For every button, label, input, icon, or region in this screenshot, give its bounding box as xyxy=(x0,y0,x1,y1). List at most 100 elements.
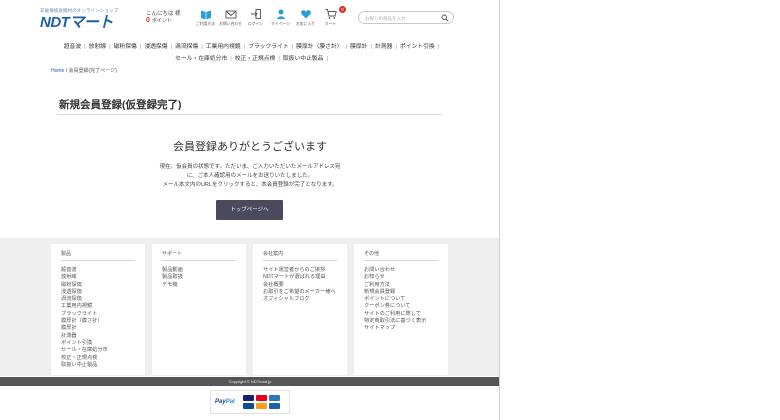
header-icons: ご利用方法 お問い合わせ ログイン マイページ お気に入り 0 カート xyxy=(193,6,346,27)
footer-column-heading: その他 xyxy=(364,250,438,261)
footer-link[interactable]: お知らせ xyxy=(364,274,438,281)
favorites-label: お気に入り xyxy=(296,22,315,26)
footer-link[interactable]: 放射線 xyxy=(61,274,135,281)
search-input[interactable] xyxy=(365,14,435,22)
credit-card-icon xyxy=(242,395,254,401)
nav-separator: | xyxy=(437,44,440,50)
footer-column-other: その他 お問い合わせ お知らせ ご利用方法 新規会員登録 ポイントについて クーポン券につ… xyxy=(354,244,448,375)
footer-link[interactable]: 膜厚計 xyxy=(61,325,135,332)
footer-link[interactable]: ご利用方法 xyxy=(364,282,438,289)
nav-item[interactable]: 超音波 xyxy=(61,41,84,53)
site-footer: 製品 超音波 放射線 磁粉探傷 浸透探傷 渦流探傷 工業用内視鏡 ブラックライト 膜厚計（膜さ… xyxy=(0,238,499,376)
points-label: ポイント xyxy=(151,18,172,24)
contact-label: お問い合わせ xyxy=(219,22,242,26)
footer-link[interactable]: 計測器 xyxy=(61,333,135,340)
top-page-button[interactable]: トップページへ xyxy=(216,200,283,220)
points-display: 0 ポイント xyxy=(146,17,172,24)
copyright: Copyright © NDTmart.jp xyxy=(0,377,499,386)
category-nav: 超音波 | 放射線 | 磁粉探傷 | 浸透探傷 | 渦流探傷 | 工業用内視鏡 | ブラックライト | 膜厚… xyxy=(0,41,499,65)
site-header: 非破壊検査機材のオンラインショップ NDTマート こんにちは 様 0 ポイント ご… xyxy=(0,0,499,38)
footer-column-heading: 製品 xyxy=(61,250,135,261)
mypage-label: マイページ xyxy=(271,22,290,26)
nav-item[interactable]: ポイント引換 xyxy=(397,41,438,53)
guide-link[interactable]: ご利用方法 xyxy=(193,8,218,27)
paypal-pal: Pal xyxy=(225,399,235,405)
contact-link[interactable]: お問い合わせ xyxy=(218,8,243,27)
page-title: 新規会員登録(仮登録完了) xyxy=(59,99,182,111)
user-icon xyxy=(276,9,285,19)
site-logo[interactable]: 非破壊検査機材のオンラインショップ NDTマート xyxy=(40,8,130,30)
nav-item[interactable]: 校正・正規点検 xyxy=(232,53,279,65)
logo-text: NDTマート xyxy=(40,14,113,31)
footer-link[interactable]: 取扱い中止製品 xyxy=(61,362,135,369)
heart-icon xyxy=(300,10,311,19)
guide-label: ご利用方法 xyxy=(196,22,215,26)
login-icon xyxy=(250,9,261,19)
login-label: ログイン xyxy=(247,22,264,26)
nav-item[interactable]: 浸透探傷 xyxy=(141,41,170,53)
footer-link[interactable]: ブラックライト xyxy=(61,311,135,318)
cart-count-badge: 0 xyxy=(339,6,346,13)
message-line: に、ご本人確認用のメールをお送りいたしました。 xyxy=(186,173,314,179)
credit-card-icon xyxy=(268,395,280,401)
footer-link[interactable]: サイトのご利用に際して xyxy=(364,311,438,318)
nav-item[interactable]: 磁粉探傷 xyxy=(111,41,140,53)
footer-link[interactable]: NDTマートが選ばれる理由 xyxy=(263,274,337,281)
nav-item[interactable]: 取扱い中止製品 xyxy=(280,53,327,65)
nav-item[interactable]: 渦流探傷 xyxy=(172,41,201,53)
favorites-link[interactable]: お気に入り xyxy=(293,8,318,27)
nav-item[interactable]: セール・在庫処分市 xyxy=(172,53,230,65)
points-value: 0 xyxy=(146,17,150,24)
nav-item[interactable]: 膜厚計 xyxy=(347,41,370,53)
cart-link[interactable]: 0 カート xyxy=(318,6,346,27)
footer-link[interactable]: オフィシャルブログ xyxy=(263,296,337,303)
footer-column-company: 会社案内 サイト運営者からのご挨拶 NDTマートが選ばれる理由 会社概要 お取引をご希… xyxy=(253,244,347,375)
footer-link[interactable]: クーポン券について xyxy=(364,303,438,310)
nav-item[interactable]: ブラックライト xyxy=(245,41,292,53)
footer-column-heading: サポート xyxy=(162,250,236,261)
card-logos xyxy=(242,395,280,409)
footer-link[interactable]: 磁粉探傷 xyxy=(61,282,135,289)
login-link[interactable]: ログイン xyxy=(243,8,268,27)
nav-item[interactable]: 膜厚計（膜さ計） xyxy=(293,41,345,53)
breadcrumb: Home / 会員登録(完了ページ) xyxy=(51,67,117,74)
nav-row-primary: 超音波 | 放射線 | 磁粉探傷 | 浸透探傷 | 渦流探傷 | 工業用内視鏡 | ブラックライト | 膜厚… xyxy=(0,41,499,53)
footer-link[interactable]: デモ機 xyxy=(162,282,236,289)
cart-icon xyxy=(325,9,337,19)
nav-item[interactable]: 計測器 xyxy=(372,41,395,53)
footer-link[interactable]: 校正・正規点検 xyxy=(61,355,135,362)
page: 非破壊検査機材のオンラインショップ NDTマート こんにちは 様 0 ポイント ご… xyxy=(0,0,500,420)
search-icon[interactable] xyxy=(441,14,449,22)
message-line: 現在、仮会員の状態です。ただいま、ご入力いただいたメールアドレス宛 xyxy=(159,164,341,170)
thanks-heading: 会員登録ありがとうございます xyxy=(173,141,327,153)
message-line: メール本文内のURLをクリックすると、本会員登録が完了となります。 xyxy=(162,182,338,188)
nav-separator: | xyxy=(326,56,328,62)
nav-row-secondary: セール・在庫処分市 | 校正・正規点検 | 取扱い中止製品 | xyxy=(0,53,499,65)
footer-link[interactable]: 製品取扱 xyxy=(162,274,236,281)
registration-message: 現在、仮会員の状態です。ただいま、ご入力いただいたメールアドレス宛 に、ご本人確… xyxy=(0,163,499,190)
nav-item[interactable]: 工業用内視鏡 xyxy=(203,41,244,53)
title-divider xyxy=(57,114,442,115)
footer-link[interactable]: 会社概要 xyxy=(263,282,337,289)
footer-column-products: 製品 超音波 放射線 磁粉探傷 浸透探傷 渦流探傷 工業用内視鏡 ブラックライト 膜厚計（膜さ… xyxy=(51,244,145,375)
breadcrumb-current: 会員登録(完了ページ) xyxy=(68,68,117,74)
nav-item[interactable]: 放射線 xyxy=(86,41,109,53)
credit-card-icon xyxy=(268,403,280,409)
cart-label: カート xyxy=(324,22,337,26)
paypal-logo: PayPal xyxy=(215,399,235,405)
payment-methods: PayPal xyxy=(210,390,290,414)
book-icon xyxy=(200,10,211,20)
paypal-pay: Pay xyxy=(215,399,226,405)
mail-icon xyxy=(225,10,236,19)
mypage-link[interactable]: マイページ xyxy=(268,8,293,27)
user-greeting: こんにちは 様 xyxy=(146,11,181,17)
breadcrumb-home[interactable]: Home xyxy=(51,68,64,74)
credit-card-icon xyxy=(242,403,254,409)
footer-link[interactable]: セール・在庫処分市 xyxy=(61,347,135,354)
footer-column-heading: 会社案内 xyxy=(263,250,337,261)
footer-link[interactable]: サイトマップ xyxy=(364,325,438,332)
footer-column-support: サポート 製品動画 製品取扱 デモ機 xyxy=(152,244,246,375)
credit-card-icon xyxy=(255,395,267,401)
footer-link[interactable]: 工業用内視鏡 xyxy=(61,303,135,310)
credit-card-icon xyxy=(255,403,267,409)
